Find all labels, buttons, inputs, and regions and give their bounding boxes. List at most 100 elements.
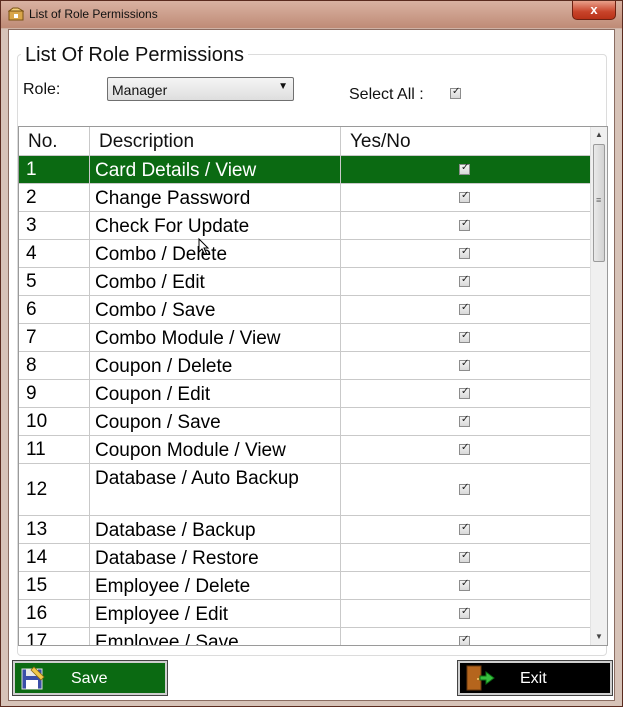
permission-checkbox[interactable] xyxy=(459,330,470,343)
row-number: 5 xyxy=(26,271,37,292)
permissions-grid: No. Description Yes/No 1 Card Details / V… xyxy=(18,126,608,646)
dropdown-arrow-icon: ▼ xyxy=(278,81,288,92)
table-row[interactable]: 5 Combo / Edit xyxy=(19,268,591,296)
table-row[interactable]: 3 Check For Update xyxy=(19,212,591,240)
row-description: Combo / Save xyxy=(95,300,216,321)
table-row[interactable]: 2 Change Password xyxy=(19,184,591,212)
permission-checkbox[interactable] xyxy=(459,482,470,495)
mouse-cursor-icon xyxy=(198,238,210,256)
scroll-up-icon[interactable]: ▲ xyxy=(591,127,607,143)
select-all-label: Select All : xyxy=(349,86,424,103)
role-label: Role: xyxy=(23,81,61,98)
close-icon: x xyxy=(590,2,598,17)
table-row[interactable]: 7 Combo Module / View xyxy=(19,324,591,352)
row-description: Check For Update xyxy=(95,216,250,237)
row-number: 6 xyxy=(26,299,37,320)
row-number: 11 xyxy=(26,439,46,460)
permission-checkbox[interactable] xyxy=(459,358,470,371)
exit-door-icon xyxy=(466,665,495,691)
permission-checkbox[interactable] xyxy=(459,162,470,175)
floppy-disk-icon xyxy=(21,666,45,690)
row-description: Employee / Save xyxy=(95,632,239,646)
row-description: Coupon / Save xyxy=(95,412,221,433)
table-row[interactable]: 17 Employee / Save xyxy=(19,628,591,646)
vertical-scrollbar[interactable]: ▲ ≡ ▼ xyxy=(590,127,607,645)
row-description: Coupon / Delete xyxy=(95,356,233,377)
row-description: Database / Auto Backup xyxy=(95,468,299,489)
row-number: 9 xyxy=(26,383,37,404)
table-row[interactable]: 10 Coupon / Save xyxy=(19,408,591,436)
row-number: 13 xyxy=(26,519,48,540)
row-description: Database / Backup xyxy=(95,520,256,541)
row-description: Combo / Edit xyxy=(95,272,205,293)
permission-checkbox[interactable] xyxy=(459,606,470,619)
header-description[interactable]: Description xyxy=(99,131,194,153)
row-description: Combo Module / View xyxy=(95,328,281,349)
save-button[interactable]: Save xyxy=(12,660,168,696)
row-number: 17 xyxy=(26,631,48,646)
table-row[interactable]: 16 Employee / Edit xyxy=(19,600,591,628)
row-description: Employee / Edit xyxy=(95,604,229,625)
table-row[interactable]: 8 Coupon / Delete xyxy=(19,352,591,380)
row-number: 2 xyxy=(26,187,37,208)
permission-checkbox[interactable] xyxy=(459,190,470,203)
save-button-label: Save xyxy=(71,670,108,687)
permission-checkbox[interactable] xyxy=(459,302,470,315)
grid-rows: 1 Card Details / View 2 Change Password 3 Che… xyxy=(19,156,591,646)
row-description: Coupon Module / View xyxy=(95,440,286,461)
client-area: List Of Role Permissions Role: Manager ▼… xyxy=(8,29,615,701)
grip-icon: ≡ xyxy=(596,195,602,205)
header-yes-no[interactable]: Yes/No xyxy=(350,131,411,153)
permission-checkbox[interactable] xyxy=(459,442,470,455)
row-number: 8 xyxy=(26,355,37,376)
row-number: 16 xyxy=(26,603,48,624)
permission-checkbox[interactable] xyxy=(459,634,470,645)
role-dropdown-value: Manager xyxy=(112,82,168,98)
row-description: Coupon / Edit xyxy=(95,384,211,405)
row-number: 7 xyxy=(26,327,37,348)
table-row[interactable]: 15 Employee / Delete xyxy=(19,572,591,600)
exit-button[interactable]: Exit xyxy=(457,660,613,696)
row-number: 12 xyxy=(26,479,48,500)
select-all-checkbox[interactable] xyxy=(450,86,461,99)
permission-checkbox[interactable] xyxy=(459,274,470,287)
table-row[interactable]: 9 Coupon / Edit xyxy=(19,380,591,408)
row-description: Employee / Delete xyxy=(95,576,251,597)
role-dropdown[interactable]: Manager ▼ xyxy=(107,77,294,101)
table-row[interactable]: 1 Card Details / View xyxy=(19,156,591,184)
row-number: 4 xyxy=(26,243,37,264)
grid-header: No. Description Yes/No xyxy=(19,127,591,156)
table-row[interactable]: 11 Coupon Module / View xyxy=(19,436,591,464)
role-permissions-window: List of Role Permissions x List Of Role … xyxy=(0,0,623,707)
row-description: Change Password xyxy=(95,188,251,209)
row-number: 3 xyxy=(26,215,37,236)
permission-checkbox[interactable] xyxy=(459,218,470,231)
permission-checkbox[interactable] xyxy=(459,386,470,399)
table-row[interactable]: 14 Database / Restore xyxy=(19,544,591,572)
window-title: List of Role Permissions xyxy=(29,7,158,21)
table-row[interactable]: 12 Database / Auto Backup xyxy=(19,464,591,516)
permission-checkbox[interactable] xyxy=(459,522,470,535)
table-row[interactable]: 4 Combo / Delete xyxy=(19,240,591,268)
permission-checkbox[interactable] xyxy=(459,550,470,563)
group-title: List Of Role Permissions xyxy=(21,44,248,67)
permission-checkbox[interactable] xyxy=(459,414,470,427)
row-number: 14 xyxy=(26,547,48,568)
table-row[interactable]: 6 Combo / Save xyxy=(19,296,591,324)
scroll-thumb[interactable]: ≡ xyxy=(593,144,605,262)
column-divider xyxy=(340,127,341,645)
scroll-down-icon[interactable]: ▼ xyxy=(591,629,607,645)
row-description: Card Details / View xyxy=(95,160,257,181)
row-description: Combo / Delete xyxy=(95,244,228,265)
permission-checkbox[interactable] xyxy=(459,246,470,259)
row-description: Database / Restore xyxy=(95,548,259,569)
table-row[interactable]: 13 Database / Backup xyxy=(19,516,591,544)
close-button[interactable]: x xyxy=(572,1,616,20)
row-number: 15 xyxy=(26,575,48,596)
title-bar[interactable]: List of Role Permissions x xyxy=(1,1,622,28)
header-no[interactable]: No. xyxy=(28,131,58,153)
app-icon xyxy=(8,7,24,21)
permission-checkbox[interactable] xyxy=(459,578,470,591)
exit-button-label: Exit xyxy=(520,670,547,687)
row-number: 10 xyxy=(26,411,48,432)
